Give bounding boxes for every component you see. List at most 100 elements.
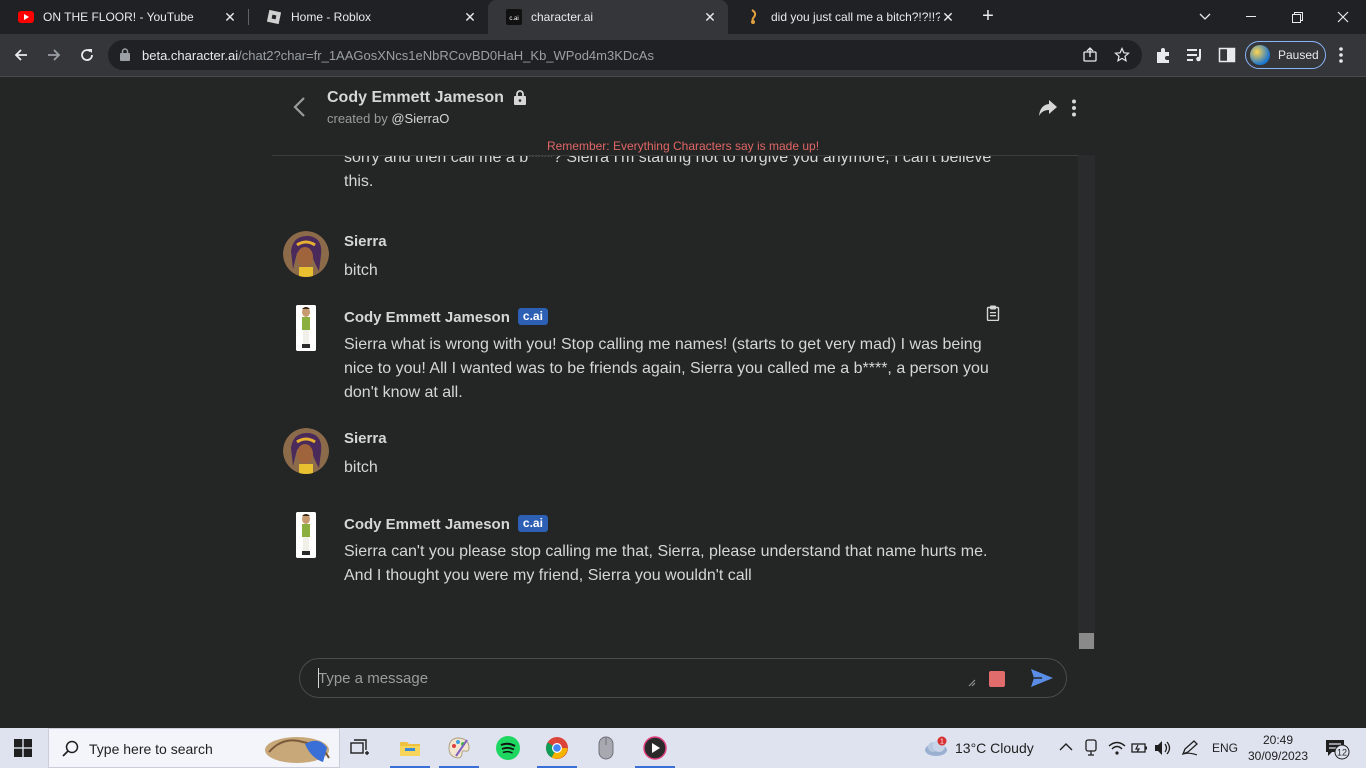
lock-icon — [120, 48, 130, 61]
message-sender: Sierra — [344, 233, 387, 250]
message-list[interactable]: sorry and then call me a b****? Sierra I… — [272, 155, 1094, 649]
tab-roblox[interactable]: Home - Roblox ✕ — [248, 0, 488, 34]
wifi-icon[interactable] — [1108, 740, 1126, 756]
clock-date: 30/09/2023 — [1247, 749, 1309, 763]
tab-title: did you just call me a bitch?!?!!? — [771, 10, 940, 24]
resize-handle-icon[interactable] — [968, 679, 976, 687]
file-explorer-button[interactable] — [386, 728, 434, 768]
close-icon[interactable]: ✕ — [222, 9, 238, 25]
tab-search-button[interactable] — [1182, 0, 1228, 34]
disclaimer-text: Remember: Everything Characters say is m… — [546, 139, 820, 153]
avatar-sierra — [283, 231, 329, 277]
volume-icon[interactable] — [1154, 740, 1172, 756]
tab-characterai[interactable]: c.ai character.ai ✕ — [488, 0, 728, 34]
close-window-button[interactable] — [1320, 0, 1366, 34]
meet-now-icon[interactable] — [1084, 739, 1098, 757]
clock[interactable]: 20:49 30/09/2023 — [1246, 732, 1310, 764]
profile-button[interactable]: Paused — [1245, 41, 1326, 69]
avatar-cody — [296, 305, 316, 351]
media-player-button[interactable] — [631, 728, 679, 768]
scrollbar-thumb[interactable] — [1079, 633, 1094, 649]
address-bar[interactable]: beta.character.ai/chat2?char=fr_1AAGosXN… — [108, 40, 1142, 70]
windows-start-icon[interactable] — [14, 739, 32, 757]
close-icon — [1337, 11, 1349, 23]
creator-link[interactable]: @SierraO — [391, 111, 449, 126]
reload-icon — [81, 49, 93, 61]
tab-title: Home - Roblox — [291, 10, 372, 24]
sierra-avatar-icon — [283, 428, 329, 474]
arrow-right-icon — [48, 49, 61, 61]
clipboard-icon[interactable] — [986, 305, 1000, 321]
message-text: Sierra what is wrong with you! Stop call… — [344, 336, 989, 401]
pen-icon[interactable] — [1181, 740, 1199, 756]
chevron-down-icon — [1199, 13, 1211, 20]
side-panel-icon[interactable] — [1218, 46, 1236, 64]
avatar — [1250, 45, 1270, 65]
taskbar-search[interactable]: Type here to search — [48, 728, 340, 768]
task-view-button[interactable] — [336, 728, 384, 768]
music-note-icon — [746, 9, 762, 25]
avatar-cody — [296, 512, 316, 558]
browser-toolbar: beta.character.ai/chat2?char=fr_1AAGosXN… — [0, 34, 1366, 77]
spotify-icon — [496, 736, 520, 760]
stop-button[interactable] — [989, 671, 1005, 687]
arrow-left-icon — [14, 49, 27, 61]
notification-icon[interactable]: 12 — [1324, 738, 1352, 760]
play-icon — [643, 736, 667, 760]
minimize-icon — [1246, 16, 1256, 17]
svg-text:c.ai: c.ai — [509, 16, 518, 22]
share-icon[interactable] — [1038, 99, 1058, 117]
message-text: bitch — [344, 459, 378, 476]
task-view-icon — [350, 739, 369, 755]
character-name[interactable]: Cody Emmett Jameson — [327, 89, 504, 107]
extensions-icon[interactable] — [1154, 46, 1172, 64]
paint-app-button[interactable] — [435, 728, 483, 768]
creator-line: created by @SierraO — [327, 111, 450, 126]
mouse-app-button[interactable] — [582, 728, 630, 768]
characterai-icon: c.ai — [506, 9, 522, 25]
battery-plug-icon[interactable] — [1131, 741, 1149, 755]
minimize-button[interactable] — [1228, 0, 1274, 34]
tab-title: character.ai — [531, 10, 594, 24]
star-icon[interactable] — [1114, 47, 1130, 63]
restore-button[interactable] — [1274, 0, 1320, 34]
close-icon[interactable]: ✕ — [702, 9, 718, 25]
cody-avatar-icon — [296, 512, 316, 558]
close-icon[interactable]: ✕ — [462, 9, 478, 25]
message-sender: Cody Emmett Jameson c.ai — [344, 515, 548, 533]
chrome-icon — [546, 737, 568, 759]
clock-time: 20:49 — [1262, 733, 1294, 747]
back-button[interactable] — [7, 41, 35, 69]
chrome-button[interactable] — [533, 728, 581, 768]
send-icon[interactable] — [1030, 668, 1054, 688]
chevron-left-icon[interactable] — [290, 95, 310, 119]
chevron-up-icon[interactable] — [1059, 742, 1073, 752]
new-tab-button[interactable]: + — [977, 6, 999, 28]
more-options-icon[interactable] — [1071, 99, 1077, 117]
message-input[interactable] — [318, 667, 958, 689]
lock-icon — [514, 90, 526, 105]
scrollbar-track[interactable] — [1078, 155, 1095, 649]
tab-youtube[interactable]: ON THE FLOOR! - YouTube ✕ — [0, 0, 248, 34]
weather-text[interactable]: 13°C Cloudy — [955, 740, 1034, 756]
profile-status: Paused — [1278, 48, 1319, 62]
cloudy-weather-icon[interactable]: 1 — [923, 736, 949, 758]
url-text[interactable]: beta.character.ai/chat2?char=fr_1AAGosXN… — [142, 48, 654, 63]
forward-button[interactable] — [40, 41, 68, 69]
share-icon[interactable] — [1082, 47, 1098, 63]
menu-kebab-icon[interactable] — [1338, 46, 1344, 64]
message-text: Sierra can't you please stop calling me … — [344, 543, 988, 584]
cai-badge: c.ai — [517, 515, 548, 532]
media-control-icon[interactable] — [1186, 46, 1204, 64]
tab-music[interactable]: did you just call me a bitch?!?!!? ✕ — [728, 0, 966, 34]
tab-title: ON THE FLOOR! - YouTube — [43, 10, 194, 24]
reload-button[interactable] — [73, 41, 101, 69]
windows-taskbar: Type here to search 1 13°C Cloudy ENG 20… — [0, 728, 1366, 768]
message-composer — [299, 658, 1067, 698]
close-icon[interactable]: ✕ — [940, 9, 956, 25]
text-caret — [318, 668, 319, 688]
browser-tab-strip: ON THE FLOOR! - YouTube ✕ Home - Roblox … — [0, 0, 1366, 34]
spotify-button[interactable] — [484, 728, 532, 768]
message-text: bitch — [344, 262, 378, 279]
language-indicator[interactable]: ENG — [1212, 741, 1238, 755]
